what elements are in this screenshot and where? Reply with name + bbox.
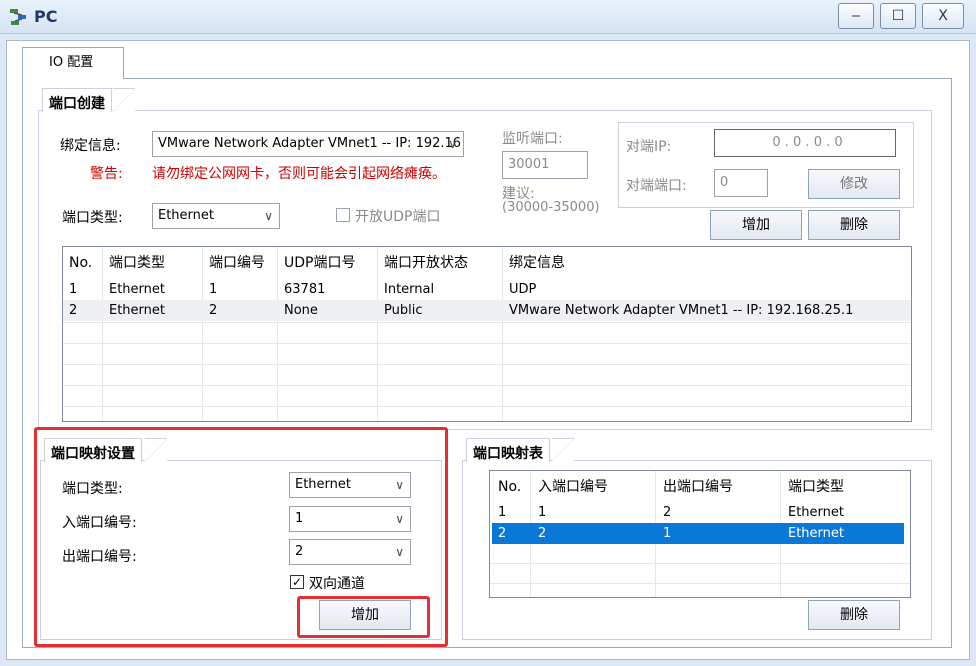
bind-info-select[interactable]: VMware Network Adapter VMnet1 -- IP: 192… [152, 131, 464, 157]
cell: 2 [663, 505, 672, 520]
udp-checkbox-label: 开放UDP端口 [355, 209, 441, 225]
cell: 1 [538, 505, 547, 520]
port-table-header[interactable]: 端口开放状态 [378, 249, 503, 277]
highlight-box [297, 596, 430, 638]
cell: 1 [663, 526, 672, 541]
mapping-table: No. 入端口编号 出端口编号 端口类型 1 1 2 Ethernet 2 2 … [489, 470, 911, 598]
bind-info-label: 绑定信息: [60, 138, 121, 154]
cell: 2 [538, 526, 547, 541]
suggest-range: (30000-35000) [502, 200, 600, 215]
tab-io-config[interactable]: IO 配置 [22, 47, 124, 79]
cell: 2 [69, 303, 78, 318]
cell: Public [384, 303, 423, 318]
warning-label: 警告: [90, 166, 123, 182]
listen-port-input[interactable]: 30001 [502, 151, 588, 179]
warning-text: 请勿绑定公网网卡，否则可能会引起网络瘫痪。 [152, 166, 446, 182]
listen-port-label: 监听端口: [502, 131, 563, 147]
table-row-selected[interactable]: 2 2 1 Ethernet [492, 523, 904, 544]
cell: None [284, 303, 318, 318]
add-port-button[interactable]: 增加 [710, 210, 802, 240]
cell: UDP [509, 282, 537, 297]
group-tab-slant [552, 438, 574, 462]
cell: 1 [209, 282, 218, 297]
modify-button[interactable]: 修改 [808, 169, 900, 199]
cell: 2 [498, 526, 507, 541]
close-button[interactable]: X [922, 3, 964, 29]
mapping-table-header[interactable]: 出端口编号 [657, 473, 782, 501]
cell: 63781 [284, 282, 326, 297]
port-type-label: 端口类型: [62, 210, 123, 226]
port-table-header[interactable]: UDP端口号 [278, 249, 378, 277]
port-create-title: 端口创建 [42, 88, 112, 112]
table-row[interactable]: 1 Ethernet 1 63781 Internal UDP [63, 279, 911, 300]
port-type-select[interactable]: Ethernet ∨ [152, 203, 280, 229]
peer-port-input[interactable]: 0 [714, 169, 768, 197]
mapping-table-header[interactable]: 入端口编号 [532, 473, 657, 501]
maximize-button[interactable]: ☐ [880, 3, 916, 29]
table-row[interactable]: 2 Ethernet 2 None Public VMware Network … [63, 300, 911, 321]
window-title: PC [34, 7, 58, 26]
cell: Internal [384, 282, 435, 297]
port-table-header[interactable]: 绑定信息 [503, 249, 803, 277]
port-table-header[interactable]: No. [63, 249, 103, 277]
group-tab-slant [113, 88, 135, 112]
cell: Ethernet [788, 505, 844, 520]
mapping-table-header[interactable]: No. [492, 473, 532, 501]
peer-port-label: 对端端口: [626, 178, 687, 194]
port-table: No. 端口类型 端口编号 UDP端口号 端口开放状态 绑定信息 1 Ether… [62, 246, 912, 422]
chevron-down-icon: ∨ [448, 137, 457, 151]
cell: Ethernet [109, 303, 165, 318]
app-icon [10, 9, 26, 25]
delete-port-button[interactable]: 删除 [808, 210, 900, 240]
table-row[interactable]: 1 1 2 Ethernet [492, 502, 904, 523]
peer-ip-label: 对端IP: [626, 139, 672, 155]
cell: 2 [209, 303, 218, 318]
port-table-header[interactable]: 端口编号 [203, 249, 278, 277]
cell: Ethernet [109, 282, 165, 297]
port-type-value: Ethernet [158, 208, 214, 223]
bind-info-value: VMware Network Adapter VMnet1 -- IP: 192… [158, 136, 462, 151]
cell: 1 [69, 282, 78, 297]
title-bar [0, 0, 976, 34]
peer-ip-input[interactable]: 0 . 0 . 0 . 0 [714, 129, 896, 157]
chevron-down-icon: ∨ [264, 209, 273, 223]
cell: VMware Network Adapter VMnet1 -- IP: 192… [509, 303, 854, 318]
port-table-header[interactable]: 端口类型 [103, 249, 203, 277]
minimize-button[interactable]: ‒ [838, 3, 874, 29]
mapping-table-title: 端口映射表 [466, 438, 550, 462]
udp-checkbox[interactable] [336, 208, 350, 222]
delete-mapping-button[interactable]: 删除 [808, 600, 900, 630]
mapping-table-header[interactable]: 端口类型 [782, 473, 902, 501]
cell: 1 [498, 505, 507, 520]
cell: Ethernet [788, 526, 844, 541]
